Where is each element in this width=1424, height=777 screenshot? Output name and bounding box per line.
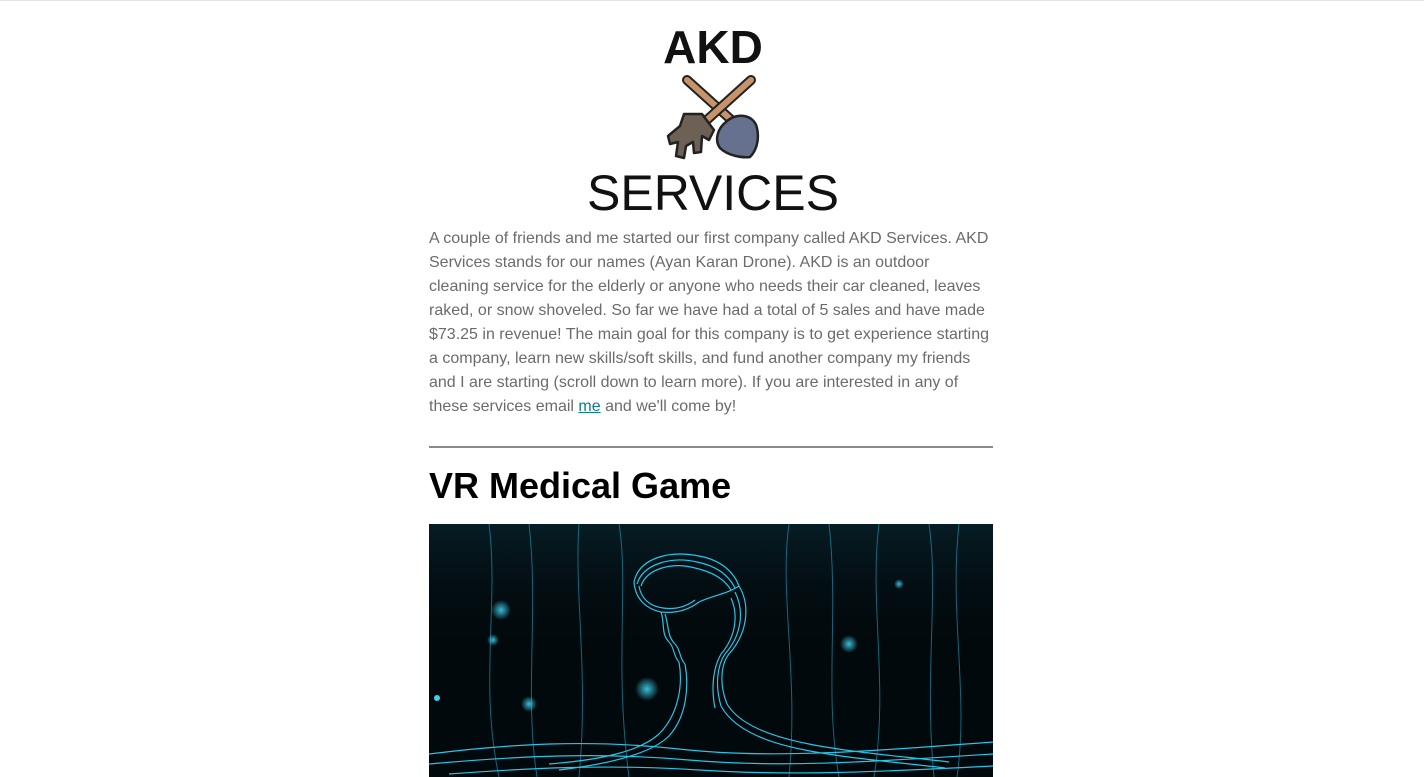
logo-top-text: AKD — [663, 21, 763, 73]
akd-services-logo: AKD SERVICES — [568, 18, 858, 218]
vr-headset-wireframe-image — [429, 524, 993, 777]
section-divider — [429, 446, 993, 448]
vr-section-title: VR Medical Game — [429, 465, 732, 506]
email-me-link[interactable]: me — [578, 398, 600, 415]
logo-bottom-text: SERVICES — [587, 165, 839, 218]
intro-paragraph: A couple of friends and me started our f… — [429, 227, 993, 419]
intro-text-end: and we'll come by! — [600, 398, 737, 415]
crossed-rake-shovel-icon — [666, 75, 760, 160]
intro-text: A couple of friends and me started our f… — [429, 230, 990, 415]
top-border — [0, 0, 1424, 1]
